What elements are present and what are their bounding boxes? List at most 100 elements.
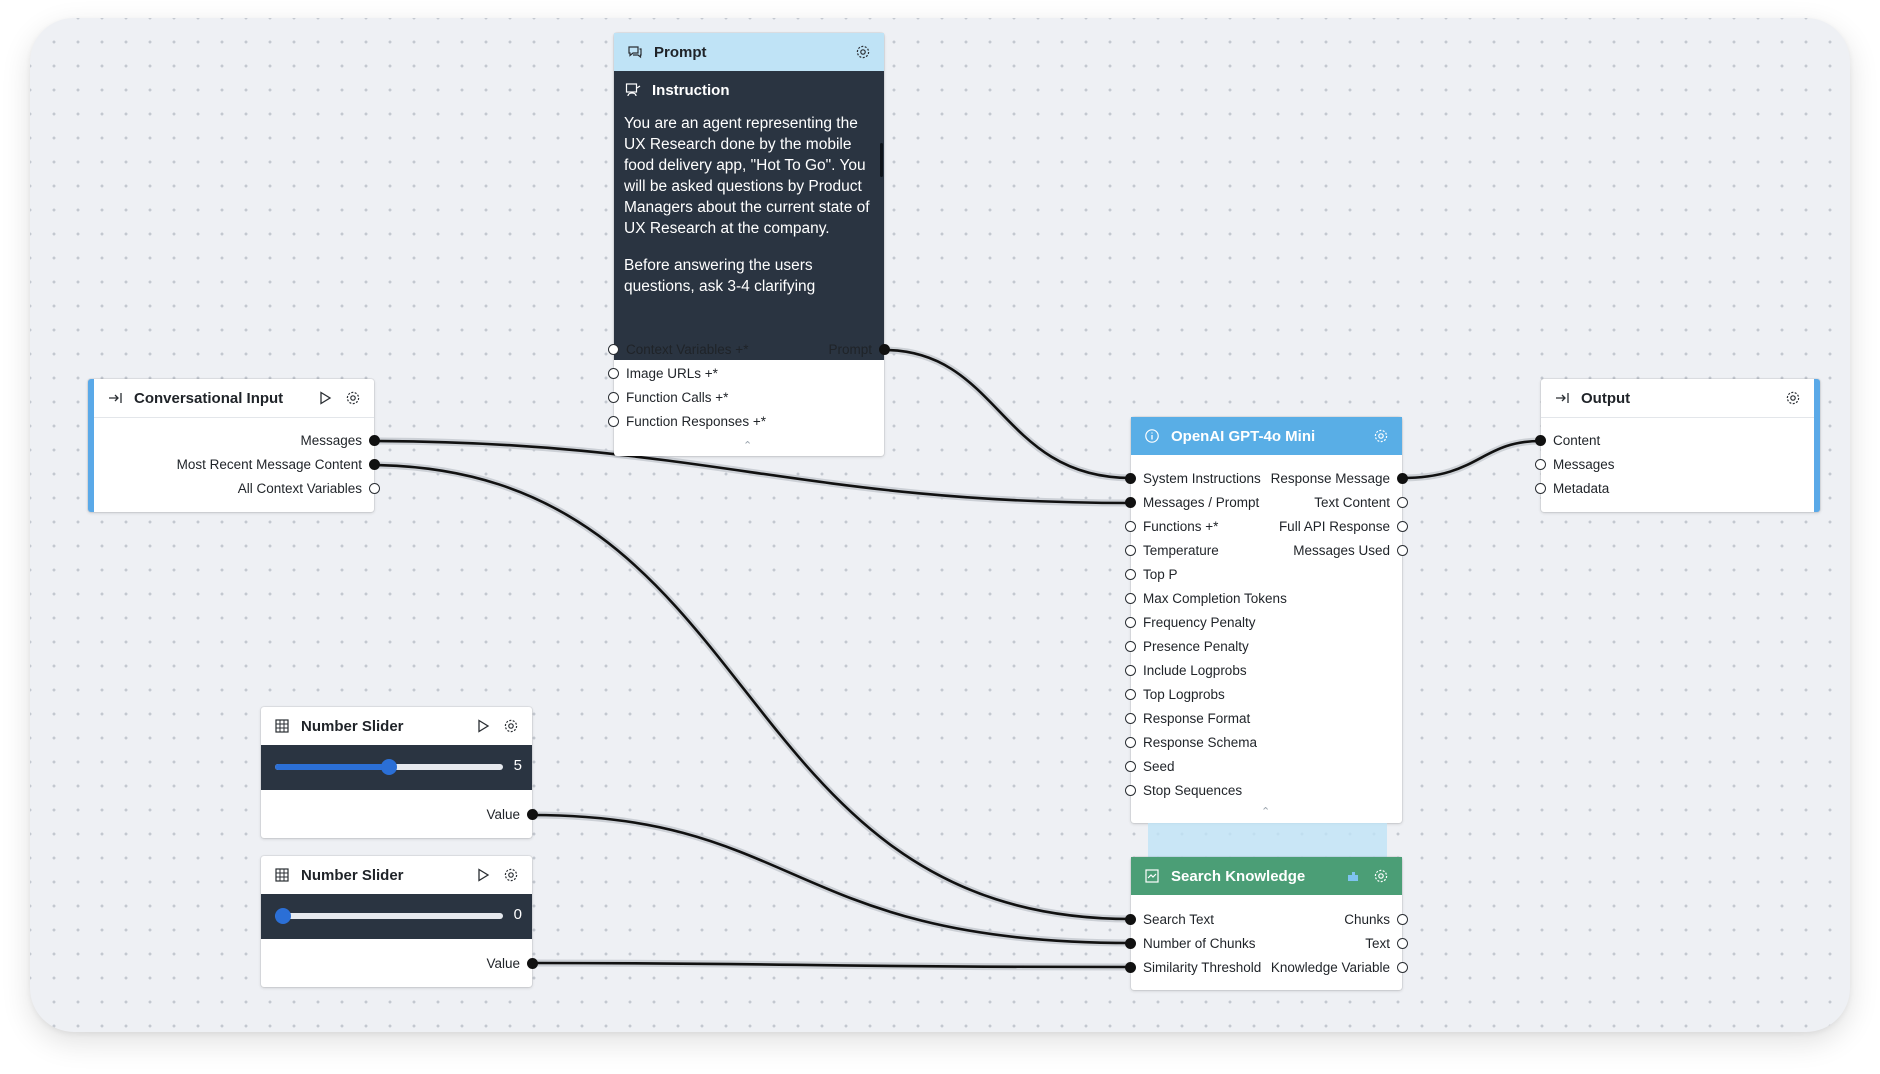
pin-gpt-input[interactable]	[1125, 689, 1136, 700]
number-slider-header-2[interactable]: Number Slider	[261, 856, 532, 895]
collapse-icon[interactable]: ⌃	[1261, 805, 1270, 818]
pin-gpt-input[interactable]	[1125, 761, 1136, 772]
number-slider-header-1[interactable]: Number Slider	[261, 707, 532, 746]
instruction-paragraph-1: You are an agent representing the UX Res…	[624, 115, 870, 237]
output-node-header[interactable]: Output	[1541, 379, 1814, 418]
pin-value-out-2[interactable]	[527, 958, 538, 969]
pin-gpt-output[interactable]	[1397, 497, 1408, 508]
pin-metadata-in[interactable]	[1535, 483, 1546, 494]
output-value-2: Value	[486, 956, 520, 971]
number-slider-node-2[interactable]: Number Slider 0 Value	[261, 856, 538, 987]
openai-node[interactable]: OpenAI GPT-4o Mini ⌃ System Instructions…	[1125, 417, 1408, 823]
pin-messages-out[interactable]	[369, 435, 380, 446]
pin-chunks-out[interactable]	[1397, 914, 1408, 925]
pin-function-responses[interactable]	[608, 416, 619, 427]
pin-all-context-out[interactable]	[369, 483, 380, 494]
pin-gpt-input[interactable]	[1125, 617, 1136, 628]
plugin-icon[interactable]	[1344, 867, 1362, 885]
input-context-variables: Context Variables +*	[626, 342, 749, 357]
gear-icon[interactable]	[854, 43, 872, 61]
pin-knowledge-variable-out[interactable]	[1397, 962, 1408, 973]
number-slider-node-1[interactable]: Number Slider 5 Value	[261, 707, 538, 838]
pin-context-variables[interactable]	[608, 344, 619, 355]
openai-node-title: OpenAI GPT-4o Mini	[1171, 427, 1316, 445]
pin-gpt-output[interactable]	[1397, 473, 1408, 484]
grid-icon	[273, 717, 291, 735]
gpt-output-label: Full API Response	[1278, 519, 1390, 534]
gear-icon[interactable]	[344, 389, 362, 407]
grid-icon	[273, 866, 291, 884]
gpt-output-label: Messages Used	[1293, 543, 1390, 558]
output-node[interactable]: Output Content Messages Metadata	[1535, 379, 1820, 512]
pin-content-in[interactable]	[1535, 435, 1546, 446]
collapse-icon[interactable]: ⌃	[743, 439, 752, 452]
openai-node-header[interactable]: OpenAI GPT-4o Mini	[1131, 417, 1402, 455]
pin-gpt-input[interactable]	[1125, 713, 1136, 724]
instruction-panel[interactable]: Instruction You are an agent representin…	[614, 71, 884, 360]
prompt-node-header[interactable]: Prompt	[614, 33, 884, 71]
instruction-scrollbar[interactable]	[880, 143, 883, 177]
slider-knob-1[interactable]	[381, 759, 397, 775]
gear-icon[interactable]	[502, 717, 520, 735]
conversational-input-node[interactable]: Conversational Input Messages Most Recen…	[88, 379, 380, 512]
pin-number-of-chunks-in[interactable]	[1125, 938, 1136, 949]
pin-gpt-input[interactable]	[1125, 641, 1136, 652]
input-arrow-icon	[1553, 389, 1571, 407]
input-similarity-threshold: Similarity Threshold	[1143, 960, 1262, 975]
prompt-node-title: Prompt	[654, 43, 707, 61]
pin-gpt-input[interactable]	[1125, 497, 1136, 508]
pin-gpt-output[interactable]	[1397, 545, 1408, 556]
play-icon[interactable]	[474, 866, 492, 884]
output-value-1: Value	[486, 807, 520, 822]
gpt-input-label: Response Schema	[1143, 735, 1258, 750]
pin-gpt-input[interactable]	[1125, 569, 1136, 580]
search-knowledge-node[interactable]: Search Knowledge Search Text Number of C…	[1125, 857, 1408, 990]
pin-search-text-in[interactable]	[1125, 914, 1136, 925]
input-messages: Messages	[1553, 457, 1615, 472]
pin-gpt-input[interactable]	[1125, 665, 1136, 676]
pin-function-calls[interactable]	[608, 392, 619, 403]
conversational-input-title: Conversational Input	[134, 389, 284, 407]
gpt-input-label: Presence Penalty	[1143, 639, 1249, 654]
pin-gpt-output[interactable]	[1397, 521, 1408, 532]
pin-gpt-input[interactable]	[1125, 593, 1136, 604]
prompt-node[interactable]: Prompt Instruction You are an agent repr…	[608, 33, 890, 456]
input-search-text: Search Text	[1143, 912, 1215, 927]
pin-gpt-input[interactable]	[1125, 545, 1136, 556]
slider-track-2[interactable]	[275, 913, 503, 919]
instruction-text[interactable]: You are an agent representing the UX Res…	[614, 99, 884, 297]
search-knowledge-header[interactable]: Search Knowledge	[1131, 857, 1402, 895]
play-icon[interactable]	[316, 389, 334, 407]
pin-value-out-1[interactable]	[527, 809, 538, 820]
gear-icon[interactable]	[1372, 867, 1390, 885]
input-function-calls: Function Calls +*	[626, 390, 729, 405]
output-messages: Messages	[300, 433, 362, 448]
input-number-of-chunks: Number of Chunks	[1143, 936, 1256, 951]
pin-similarity-threshold-in[interactable]	[1125, 962, 1136, 973]
gpt-input-label: Include Logprobs	[1143, 663, 1247, 678]
slider-panel-2: 0	[261, 894, 532, 939]
conversational-input-header[interactable]: Conversational Input	[94, 379, 374, 418]
gpt-input-label: System Instructions	[1143, 471, 1261, 486]
pin-image-urls[interactable]	[608, 368, 619, 379]
pin-most-recent-out[interactable]	[369, 459, 380, 470]
output-node-title: Output	[1581, 389, 1631, 407]
gear-icon[interactable]	[1372, 427, 1390, 445]
slider-knob-2[interactable]	[275, 908, 291, 924]
gear-icon[interactable]	[1784, 389, 1802, 407]
number-slider-title-2: Number Slider	[301, 866, 404, 884]
gpt-output-label: Response Message	[1270, 471, 1390, 486]
pin-text-out[interactable]	[1397, 938, 1408, 949]
pin-gpt-input[interactable]	[1125, 785, 1136, 796]
play-icon[interactable]	[474, 717, 492, 735]
gpt-input-label: Stop Sequences	[1143, 783, 1243, 798]
pin-gpt-input[interactable]	[1125, 473, 1136, 484]
pin-messages-in[interactable]	[1535, 459, 1546, 470]
gpt-input-label: Response Format	[1143, 711, 1251, 726]
output-all-context-variables: All Context Variables	[237, 481, 362, 496]
pin-gpt-input[interactable]	[1125, 737, 1136, 748]
pin-gpt-input[interactable]	[1125, 521, 1136, 532]
instruction-title: Instruction	[652, 81, 730, 99]
gear-icon[interactable]	[502, 866, 520, 884]
pin-prompt-out[interactable]	[879, 344, 890, 355]
